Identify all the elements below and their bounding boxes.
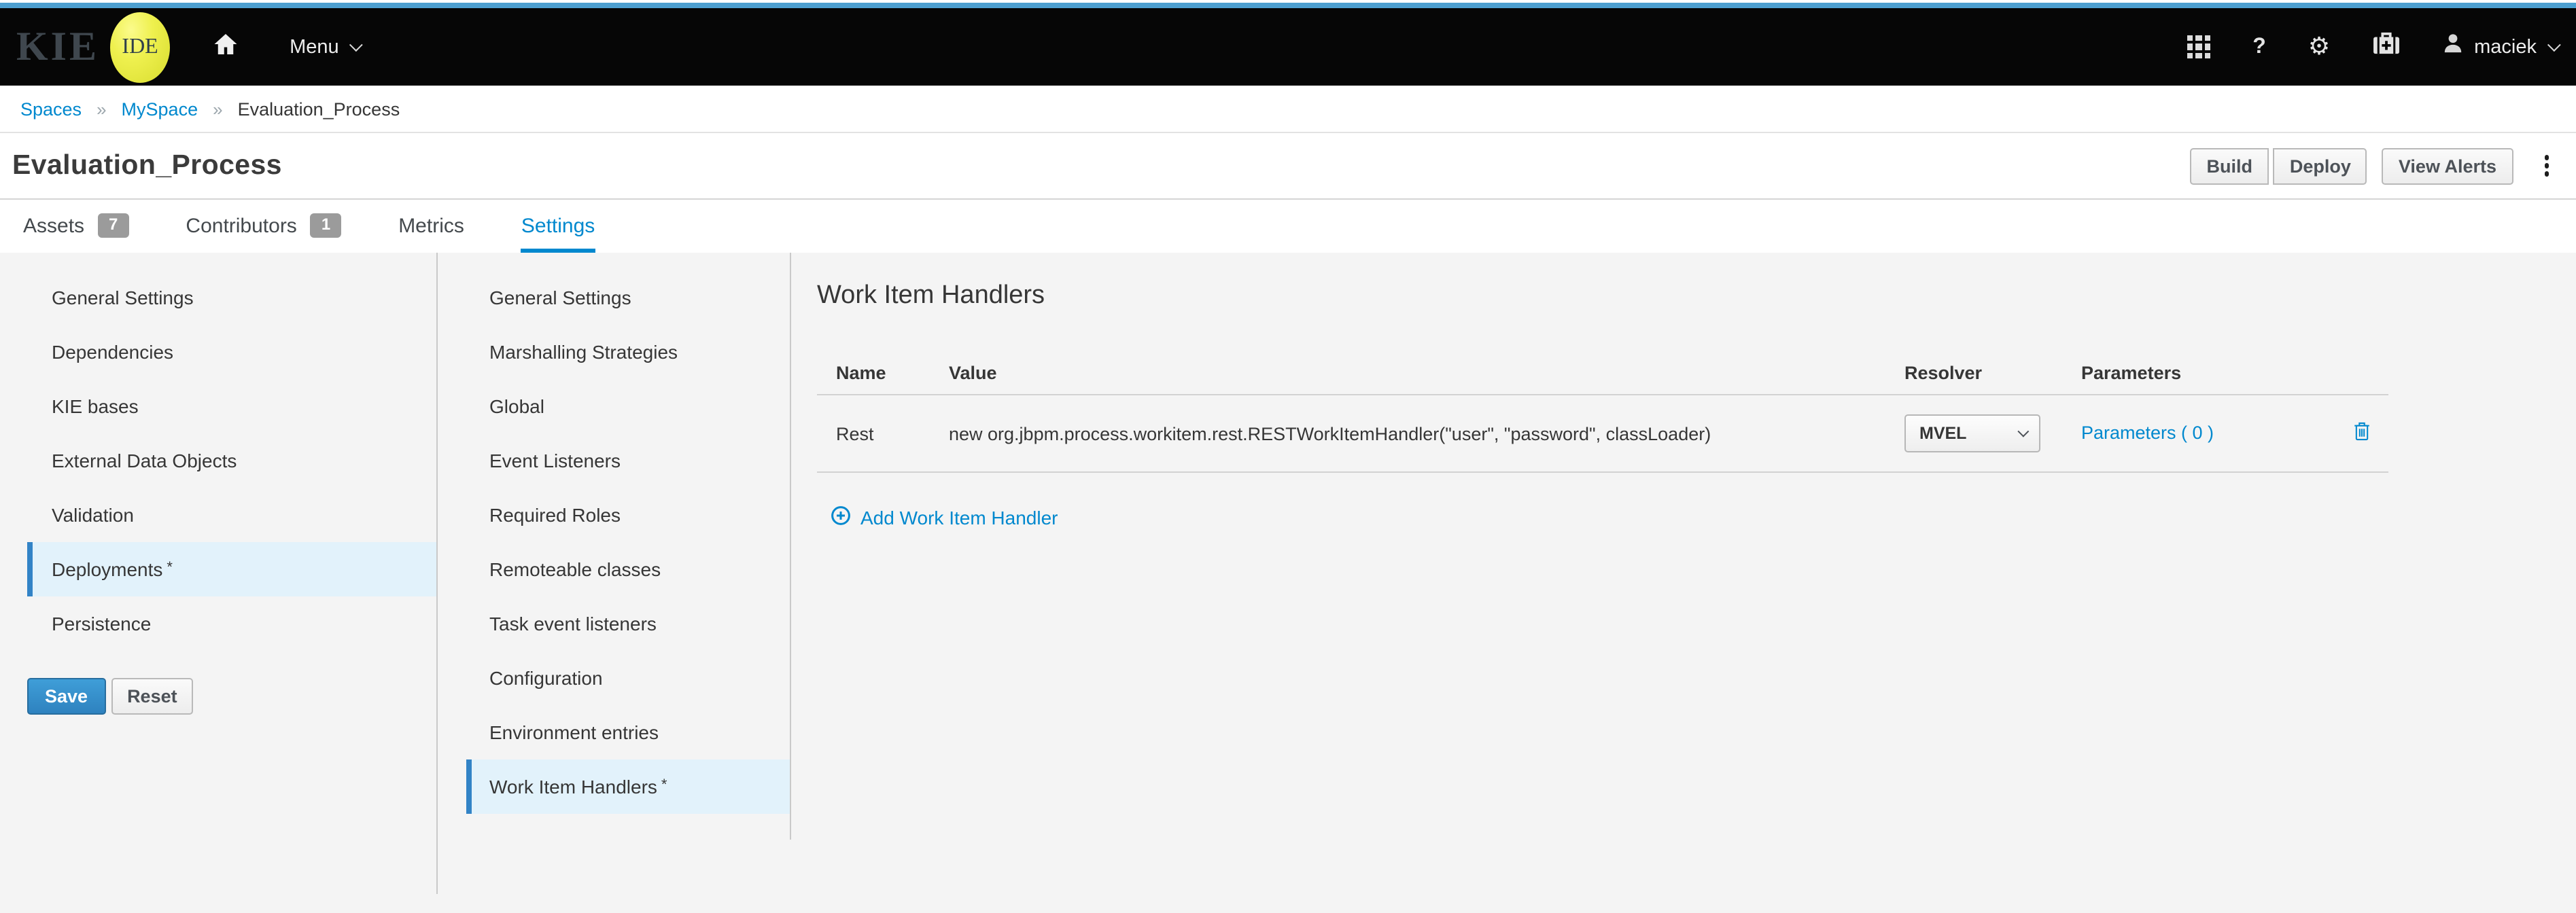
subnav-item-marshalling-strategies[interactable]: Marshalling Strategies bbox=[466, 325, 790, 379]
column-header-resolver: Resolver bbox=[1904, 362, 2081, 382]
menu-dropdown[interactable]: Menu bbox=[290, 36, 360, 58]
subnav-item-remoteable-classes[interactable]: Remoteable classes bbox=[466, 542, 790, 596]
sidebar-item-kie-bases[interactable]: KIE bases bbox=[27, 379, 436, 433]
deployments-subnav: General Settings Marshalling Strategies … bbox=[438, 253, 791, 840]
subnav-item-work-item-handlers[interactable]: Work Item Handlers* bbox=[466, 759, 790, 814]
column-header-parameters: Parameters bbox=[2081, 362, 2334, 382]
sidebar-item-validation[interactable]: Validation bbox=[27, 488, 436, 542]
masthead-utilities: ? ⚙ maciek bbox=[2187, 31, 2557, 62]
sidebar-item-dependencies[interactable]: Dependencies bbox=[27, 325, 436, 379]
view-alerts-button[interactable]: View Alerts bbox=[2382, 147, 2513, 184]
sidebar-item-persistence[interactable]: Persistence bbox=[27, 596, 436, 651]
column-header-name: Name bbox=[836, 362, 949, 382]
gear-icon[interactable]: ⚙ bbox=[2308, 35, 2330, 59]
add-circle-icon bbox=[831, 505, 851, 530]
tab-assets[interactable]: Assets 7 bbox=[23, 200, 128, 253]
medkit-icon[interactable] bbox=[2372, 31, 2401, 62]
breadcrumb-current: Evaluation_Process bbox=[238, 99, 400, 119]
trash-icon bbox=[2352, 425, 2370, 446]
tab-contributors-label: Contributors bbox=[186, 214, 296, 237]
column-header-value: Value bbox=[949, 362, 1904, 382]
sidebar-actions: Save Reset bbox=[27, 678, 436, 715]
chevron-down-icon bbox=[2547, 38, 2561, 52]
resolver-selected-value: MVEL bbox=[1919, 424, 1966, 443]
breadcrumb-spaces[interactable]: Spaces bbox=[20, 99, 82, 119]
handler-value: new org.jbpm.process.workitem.rest.RESTW… bbox=[949, 423, 1904, 444]
subnav-item-general-settings[interactable]: General Settings bbox=[466, 270, 790, 325]
assets-count-badge: 7 bbox=[98, 213, 128, 238]
menu-label: Menu bbox=[290, 36, 339, 58]
modified-marker: * bbox=[661, 777, 667, 793]
page-title: Evaluation_Process bbox=[12, 149, 282, 182]
subnav-item-required-roles[interactable]: Required Roles bbox=[466, 488, 790, 542]
add-link-label: Add Work Item Handler bbox=[860, 507, 1058, 529]
save-button[interactable]: Save bbox=[27, 678, 105, 715]
kie-ide-logo[interactable]: KIE IDE bbox=[16, 12, 170, 82]
handler-name: Rest bbox=[836, 423, 949, 444]
tab-metrics-label: Metrics bbox=[398, 214, 464, 237]
tab-settings[interactable]: Settings bbox=[521, 200, 595, 253]
subnav-item-configuration[interactable]: Configuration bbox=[466, 651, 790, 705]
logo-kie-text: KIE bbox=[16, 24, 99, 70]
build-deploy-group: Build Deploy bbox=[2190, 147, 2367, 184]
sidebar-item-external-data-objects[interactable]: External Data Objects bbox=[27, 433, 436, 488]
top-accent-bar bbox=[0, 3, 2576, 8]
resolver-select[interactable]: MVEL bbox=[1904, 414, 2040, 452]
deploy-button[interactable]: Deploy bbox=[2274, 147, 2367, 184]
project-tabs: Assets 7 Contributors 1 Metrics Settings bbox=[0, 200, 2576, 253]
add-work-item-handler-link[interactable]: Add Work Item Handler bbox=[817, 505, 1058, 530]
subnav-item-global[interactable]: Global bbox=[466, 379, 790, 433]
deployments-subnav-list: General Settings Marshalling Strategies … bbox=[438, 270, 790, 814]
help-icon[interactable]: ? bbox=[2252, 35, 2266, 59]
page-header-actions: Build Deploy View Alerts bbox=[2190, 147, 2557, 184]
tab-settings-label: Settings bbox=[521, 214, 595, 237]
chevron-down-icon bbox=[350, 38, 364, 52]
table-row: Rest new org.jbpm.process.workitem.rest.… bbox=[817, 395, 2388, 473]
sidebar-item-deployments[interactable]: Deployments* bbox=[27, 542, 436, 596]
parameters-link[interactable]: Parameters ( 0 ) bbox=[2081, 423, 2214, 443]
section-title: Work Item Handlers bbox=[817, 281, 2576, 311]
settings-content: General Settings Dependencies KIE bases … bbox=[0, 253, 2576, 913]
work-item-handlers-table: Name Value Resolver Parameters Rest new … bbox=[817, 351, 2388, 473]
settings-nav-list: General Settings Dependencies KIE bases … bbox=[0, 270, 436, 651]
home-icon bbox=[213, 32, 238, 62]
subnav-item-event-listeners[interactable]: Event Listeners bbox=[466, 433, 790, 488]
logo-ide-text: IDE bbox=[122, 35, 158, 59]
tab-metrics[interactable]: Metrics bbox=[398, 200, 464, 253]
sidebar-item-general-settings[interactable]: General Settings bbox=[27, 270, 436, 325]
delete-handler-button[interactable] bbox=[2350, 418, 2373, 448]
username: maciek bbox=[2474, 36, 2537, 58]
modified-marker: * bbox=[167, 560, 173, 576]
subnav-item-environment-entries[interactable]: Environment entries bbox=[466, 705, 790, 759]
logo-ide-ellipse: IDE bbox=[110, 12, 170, 82]
home-button[interactable] bbox=[213, 32, 238, 62]
user-icon bbox=[2443, 33, 2463, 61]
contributors-count-badge: 1 bbox=[311, 213, 341, 238]
reset-button[interactable]: Reset bbox=[111, 678, 194, 715]
settings-sidebar: General Settings Dependencies KIE bases … bbox=[0, 253, 438, 894]
breadcrumb: Spaces » MySpace » Evaluation_Process bbox=[0, 86, 2576, 133]
work-item-handlers-panel: Work Item Handlers Name Value Resolver P… bbox=[791, 253, 2576, 913]
tab-contributors[interactable]: Contributors 1 bbox=[186, 200, 341, 253]
breadcrumb-separator: » bbox=[213, 99, 222, 119]
subnav-item-task-event-listeners[interactable]: Task event listeners bbox=[466, 596, 790, 651]
breadcrumb-myspace[interactable]: MySpace bbox=[122, 99, 198, 119]
app-launcher-icon[interactable] bbox=[2187, 35, 2210, 59]
kebab-menu-icon[interactable] bbox=[2536, 150, 2557, 182]
masthead: KIE IDE Menu ? ⚙ bbox=[0, 8, 2576, 86]
tab-assets-label: Assets bbox=[23, 214, 84, 237]
build-button[interactable]: Build bbox=[2190, 147, 2269, 184]
user-menu[interactable]: maciek bbox=[2443, 33, 2557, 61]
breadcrumb-separator: » bbox=[97, 99, 106, 119]
kie-ide-app: KIE IDE Menu ? ⚙ bbox=[0, 0, 2576, 913]
page-header: Evaluation_Process Build Deploy View Ale… bbox=[0, 133, 2576, 200]
chevron-down-icon bbox=[2017, 426, 2029, 437]
table-header-row: Name Value Resolver Parameters bbox=[817, 351, 2388, 395]
